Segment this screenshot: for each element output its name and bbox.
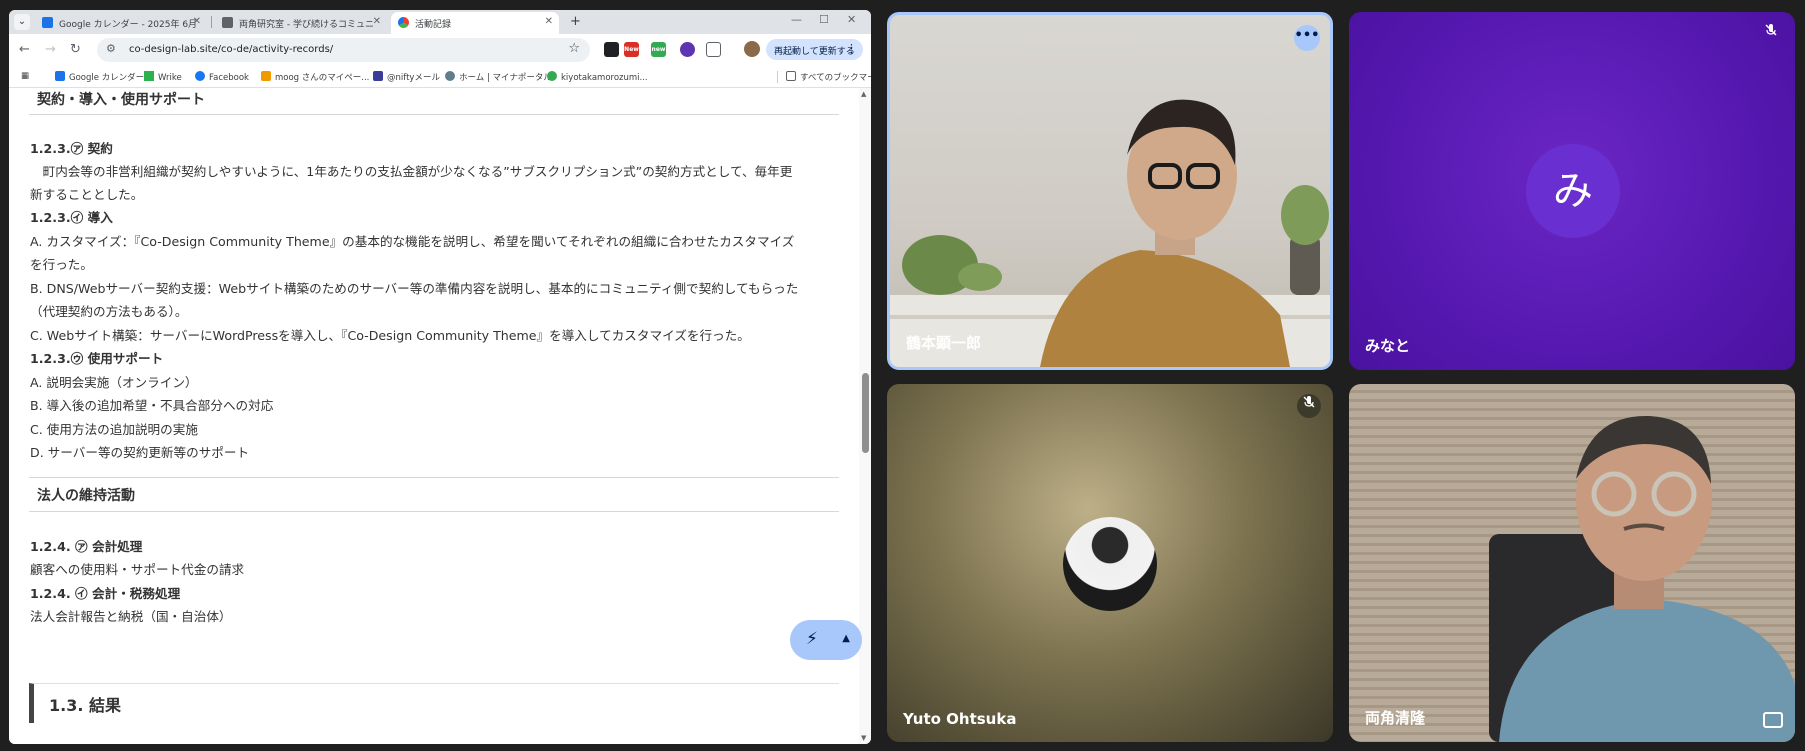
mic-off-icon — [1759, 22, 1783, 46]
site-icon — [398, 17, 409, 28]
extensions-puzzle-icon[interactable] — [706, 42, 721, 57]
participant-tile[interactable]: ••• 鶴本顕一郎 — [887, 12, 1333, 370]
apps-grid-icon[interactable]: ▦ — [21, 71, 29, 81]
scroll-down-icon[interactable]: ▼ — [861, 734, 866, 742]
participant-name: 両角清隆 — [1365, 709, 1426, 727]
participant-name: Yuto Ohtsuka — [903, 710, 1017, 728]
back-icon[interactable]: ← — [19, 42, 30, 57]
address-bar[interactable]: ⚙ co-design-lab.site/co-de/activity-reco… — [97, 38, 590, 62]
body-text: A. カスタマイズ：『Co-Design Community Theme』の基本… — [30, 234, 795, 249]
extension-icon[interactable] — [680, 42, 695, 57]
site-info-icon[interactable]: ⚙ — [106, 42, 116, 55]
update-button[interactable]: 再起動して更新する ⋮ — [766, 39, 863, 60]
bookmark-item[interactable]: Facebook — [195, 71, 249, 83]
participant-tile[interactable]: 両角清隆 — [1349, 384, 1795, 742]
avatar: み — [1526, 144, 1620, 238]
close-window-icon[interactable]: ✕ — [847, 13, 856, 26]
scroll-up-icon[interactable]: ▲ — [861, 90, 866, 98]
section-heading: 法人の維持活動 — [37, 488, 135, 504]
body-text: 町内会等の非営利組織が契約しやすいように、1年あたりの支払金額が少なくなる”サブ… — [30, 164, 793, 179]
site-icon — [222, 17, 233, 28]
bookmark-item[interactable]: kiyotakamorozumi... — [547, 71, 648, 83]
fullscreen-icon[interactable] — [1763, 712, 1783, 728]
close-icon[interactable]: ✕ — [545, 16, 553, 27]
page-content: 契約・導入・使用サポート 1.2.3.㋐ 契約 町内会等の非営利組織が契約しやす… — [9, 88, 859, 744]
bookmark-item[interactable]: ホーム | マイナポータル — [445, 71, 552, 83]
tab-activity-records[interactable]: 活動記録 ✕ — [391, 12, 559, 34]
section-heading: 契約・導入・使用サポート — [37, 92, 205, 108]
minimize-icon[interactable]: — — [791, 13, 802, 26]
subheading: 1.2.4. ㋐ 会計処理 — [30, 539, 143, 554]
bookmarks-bar: ▦ Google カレンダー Wrike Facebook moog さんのマイ… — [9, 66, 871, 88]
body-text: を行った。 — [30, 257, 93, 272]
result-heading: 1.3. 結果 — [29, 683, 839, 723]
close-icon[interactable]: ✕ — [193, 16, 201, 27]
participant-video — [1489, 415, 1795, 742]
list-item: B. 導入後の追加希望・不具合部分への対応 — [30, 398, 274, 413]
bookmark-item[interactable]: Google カレンダー — [55, 71, 144, 83]
participant-name: みなと — [1365, 337, 1411, 355]
subheading: 1.2.3.㋑ 導入 — [30, 210, 113, 225]
extension-new-icon[interactable]: New — [624, 42, 639, 57]
body-text: （代理契約の方法もある）。 — [30, 304, 188, 319]
body-text: 法人会計報告と納税（国・自治体） — [30, 609, 232, 624]
browser-toolbar: ← → ↻ ⚙ co-design-lab.site/co-de/activit… — [9, 34, 871, 66]
list-item: A. 説明会実施（オンライン） — [30, 375, 198, 390]
tab-search-icon[interactable]: ⌄ — [14, 14, 30, 30]
mic-off-icon — [1297, 394, 1321, 418]
divider — [29, 114, 839, 115]
extension-new-icon[interactable]: new — [651, 42, 666, 57]
list-item: C. 使用方法の追加説明の実施 — [30, 422, 198, 437]
reload-icon[interactable]: ↻ — [70, 42, 81, 57]
quick-action-button[interactable]: ⚡ ▲ — [790, 620, 862, 660]
browser-window: ⌄ Google カレンダー - 2025年 6月 ✕ 両角研究室 - 学び続け… — [9, 10, 871, 744]
divider — [29, 477, 839, 478]
subheading: 1.2.3.㋒ 使用サポート — [30, 351, 164, 366]
bookmark-item[interactable]: @niftyメール — [373, 71, 440, 83]
tab-morozumi-lab[interactable]: 両角研究室 - 学び続けるコミュニ ✕ — [215, 12, 387, 34]
list-item: D. サーバー等の契約更新等のサポート — [30, 445, 250, 460]
subheading: 1.2.4. ㋑ 会計・税務処理 — [30, 586, 181, 601]
close-icon[interactable]: ✕ — [373, 16, 381, 27]
lightning-icon: ⚡ — [806, 629, 818, 649]
body-text: B. DNS/Webサーバー契約支援：Webサイト構築のためのサーバー等の準備内… — [30, 281, 799, 296]
url-text: co-design-lab.site/co-de/activity-record… — [129, 44, 334, 55]
participant-name: 鶴本顕一郎 — [906, 334, 982, 352]
divider — [29, 511, 839, 512]
body-text: C. Webサイト構築：サーバーにWordPressを導入し、『Co-Desig… — [30, 328, 750, 343]
tab-google-calendar[interactable]: Google カレンダー - 2025年 6月 ✕ — [35, 12, 207, 34]
bookmark-item[interactable]: moog さんのマイペー... — [261, 71, 369, 83]
menu-dots-icon[interactable]: ⋮ — [846, 42, 857, 55]
bookmark-star-icon[interactable]: ☆ — [568, 41, 580, 56]
all-bookmarks[interactable]: すべてのブックマーク — [777, 71, 871, 83]
maximize-icon[interactable]: ☐ — [819, 13, 829, 26]
bookmark-item[interactable]: Wrike — [144, 71, 182, 83]
tab-strip: ⌄ Google カレンダー - 2025年 6月 ✕ 両角研究室 - 学び続け… — [9, 10, 871, 34]
body-text: 顧客への使用料・サポート代金の請求 — [30, 562, 245, 577]
more-options-icon[interactable]: ••• — [1294, 25, 1320, 51]
scrollbar-thumb[interactable] — [862, 373, 869, 453]
new-tab-icon[interactable]: + — [570, 14, 581, 29]
body-text: 新することとした。 — [30, 187, 144, 202]
calendar-icon — [42, 17, 53, 28]
participant-tile[interactable]: み みなと — [1349, 12, 1795, 370]
participant-tile[interactable]: Yuto Ohtsuka — [887, 384, 1333, 742]
forward-icon[interactable]: → — [45, 42, 56, 57]
avatar — [1063, 517, 1157, 611]
participant-video — [890, 99, 1330, 367]
extension-icon[interactable] — [604, 42, 619, 57]
caret-up-icon[interactable]: ▲ — [842, 633, 850, 644]
profile-avatar[interactable] — [744, 41, 760, 57]
subheading: 1.2.3.㋐ 契約 — [30, 141, 113, 156]
